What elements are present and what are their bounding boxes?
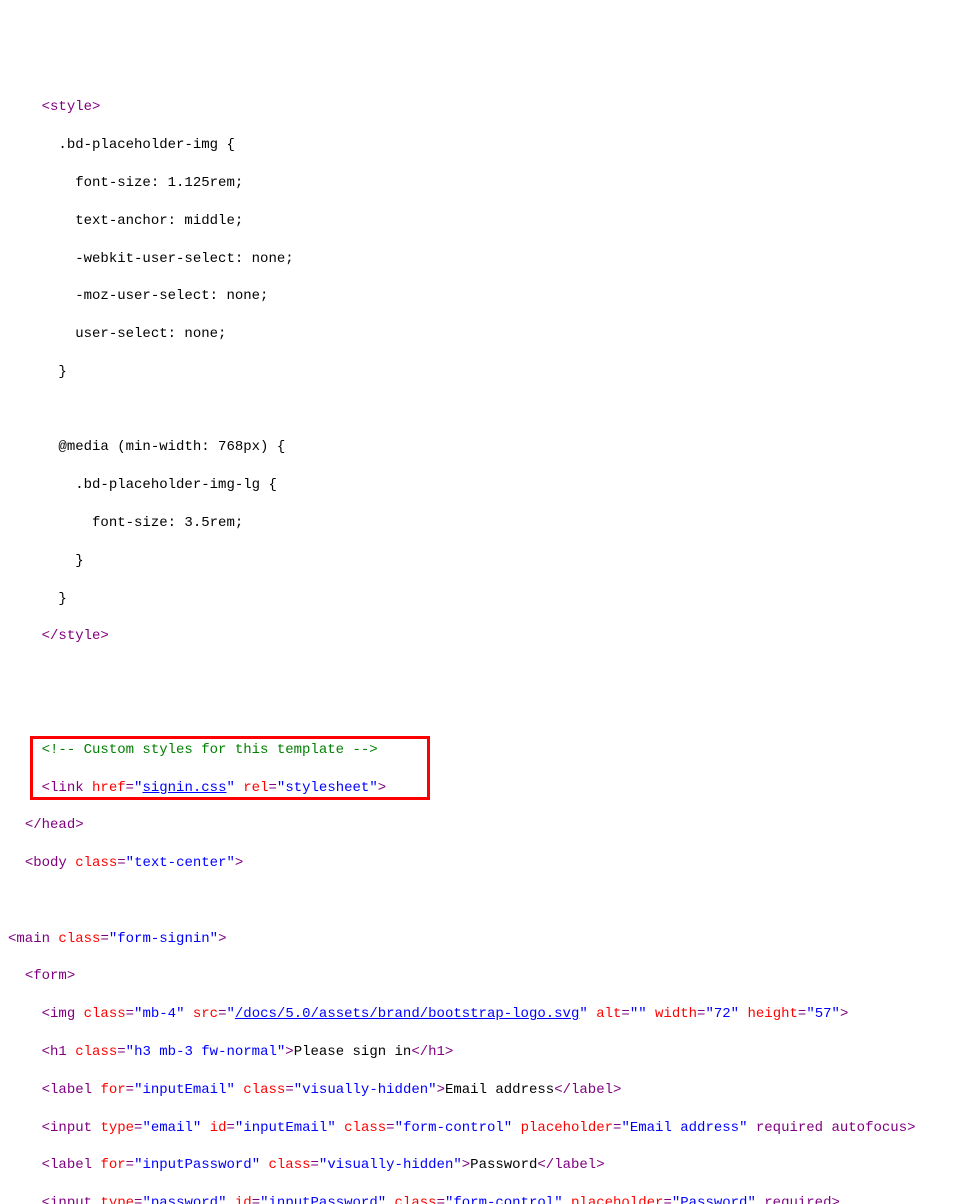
src-link[interactable]: /docs/5.0/assets/brand/bootstrap-logo.sv… bbox=[235, 1006, 579, 1022]
tag-input: <input bbox=[42, 1120, 92, 1136]
code-line bbox=[8, 665, 965, 684]
attr-class: class bbox=[58, 931, 100, 947]
tag-img: <img bbox=[42, 1006, 76, 1022]
code-line: <main class="form-signin"> bbox=[8, 930, 965, 949]
attr-href: href bbox=[92, 780, 126, 796]
brace-close: } bbox=[75, 553, 83, 569]
code-line: -webkit-user-select: none; bbox=[8, 250, 965, 269]
css-prop: user-select: none; bbox=[75, 326, 226, 342]
code-line: font-size: 1.125rem; bbox=[8, 174, 965, 193]
code-line: user-select: none; bbox=[8, 325, 965, 344]
code-line: <style> bbox=[8, 98, 965, 117]
code-line: </style> bbox=[8, 627, 965, 646]
css-prop: text-anchor: middle; bbox=[75, 213, 243, 229]
tag-style-close: </style> bbox=[42, 628, 109, 644]
css-prop: font-size: 3.5rem; bbox=[92, 515, 243, 531]
tag-label: <label bbox=[42, 1157, 92, 1173]
brace-close: } bbox=[58, 591, 66, 607]
code-line bbox=[8, 892, 965, 911]
code-line: <form> bbox=[8, 967, 965, 986]
code-line: <body class="text-center"> bbox=[8, 854, 965, 873]
tag-label: <label bbox=[42, 1082, 92, 1098]
tag-h1: <h1 bbox=[42, 1044, 67, 1060]
code-line bbox=[8, 703, 965, 722]
code-line: .bd-placeholder-img-lg { bbox=[8, 476, 965, 495]
code-line: } bbox=[8, 552, 965, 571]
code-block: <style> .bd-placeholder-img { font-size:… bbox=[8, 80, 965, 1204]
tag-link: <link bbox=[42, 780, 84, 796]
tag-input: <input bbox=[42, 1195, 92, 1204]
code-line: <input type="password" id="inputPassword… bbox=[8, 1194, 965, 1204]
css-prop: font-size: 1.125rem; bbox=[75, 175, 243, 191]
code-line: @media (min-width: 768px) { bbox=[8, 438, 965, 457]
code-line: <!-- Custom styles for this template --> bbox=[8, 741, 965, 760]
css-prop: -moz-user-select: none; bbox=[75, 288, 268, 304]
tag-body: <body bbox=[25, 855, 67, 871]
code-line: } bbox=[8, 590, 965, 609]
attr-rel: rel bbox=[243, 780, 268, 796]
code-line: <label for="inputPassword" class="visual… bbox=[8, 1156, 965, 1175]
css-prop: -webkit-user-select: none; bbox=[75, 251, 293, 267]
code-line: } bbox=[8, 363, 965, 382]
href-link[interactable]: signin.css bbox=[142, 780, 226, 796]
code-line: .bd-placeholder-img { bbox=[8, 136, 965, 155]
code-line: <link href="signin.css" rel="stylesheet"… bbox=[8, 779, 965, 798]
css-selector: .bd-placeholder-img { bbox=[58, 137, 234, 153]
code-line: <label for="inputEmail" class="visually-… bbox=[8, 1081, 965, 1100]
brace-close: } bbox=[58, 364, 66, 380]
code-line: text-anchor: middle; bbox=[8, 212, 965, 231]
code-line: <img class="mb-4" src="/docs/5.0/assets/… bbox=[8, 1005, 965, 1024]
code-line bbox=[8, 401, 965, 420]
tag-form: <form> bbox=[25, 968, 75, 984]
code-line: -moz-user-select: none; bbox=[8, 287, 965, 306]
css-selector: .bd-placeholder-img-lg { bbox=[75, 477, 277, 493]
code-line: <input type="email" id="inputEmail" clas… bbox=[8, 1119, 965, 1138]
tag-head-close: </head> bbox=[25, 817, 84, 833]
tag-main: <main bbox=[8, 931, 50, 947]
code-line: </head> bbox=[8, 816, 965, 835]
media-query: @media (min-width: 768px) { bbox=[58, 439, 285, 455]
tag-style-open: <style> bbox=[42, 99, 101, 115]
attr-class: class bbox=[75, 855, 117, 871]
code-line: font-size: 3.5rem; bbox=[8, 514, 965, 533]
html-comment: <!-- Custom styles for this template --> bbox=[42, 742, 378, 758]
code-line: <h1 class="h3 mb-3 fw-normal">Please sig… bbox=[8, 1043, 965, 1062]
